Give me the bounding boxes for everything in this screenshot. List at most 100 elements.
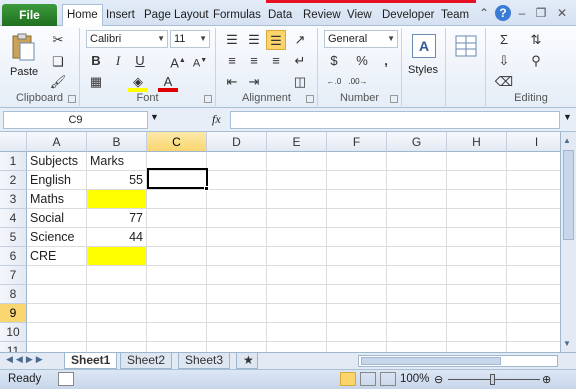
align-middle-icon[interactable]: ☰ bbox=[244, 30, 264, 50]
increase-indent-icon[interactable]: ⇥ bbox=[244, 72, 264, 92]
cell-g9[interactable] bbox=[387, 304, 447, 323]
increase-decimal-icon[interactable]: ←.0 bbox=[324, 72, 344, 92]
cell-h5[interactable] bbox=[447, 228, 507, 247]
cell-e8[interactable] bbox=[267, 285, 327, 304]
cell-e7[interactable] bbox=[267, 266, 327, 285]
formula-input[interactable] bbox=[230, 111, 560, 129]
tab-formulas[interactable]: Formulas bbox=[211, 6, 263, 26]
sheet-tab-sheet1[interactable]: Sheet1 bbox=[64, 353, 118, 369]
cell-c5[interactable] bbox=[147, 228, 207, 247]
align-bottom-icon[interactable]: ☰ bbox=[266, 30, 286, 50]
column-header-b[interactable]: B bbox=[87, 132, 147, 152]
cell-b4[interactable]: 77 bbox=[87, 209, 147, 228]
column-header-i[interactable]: I bbox=[507, 132, 567, 152]
align-top-icon[interactable]: ☰ bbox=[222, 30, 242, 50]
cell-f6[interactable] bbox=[327, 247, 387, 266]
cell-g6[interactable] bbox=[387, 247, 447, 266]
name-box[interactable]: C9 bbox=[3, 111, 148, 129]
minimize-ribbon-icon[interactable]: ⌃ bbox=[476, 5, 492, 21]
horizontal-scrollbar[interactable] bbox=[358, 355, 558, 367]
align-center-icon[interactable]: ≡ bbox=[244, 51, 264, 71]
cell-e1[interactable] bbox=[267, 152, 327, 171]
cell-e2[interactable] bbox=[267, 171, 327, 190]
window-restore-icon[interactable]: ❐ bbox=[533, 5, 549, 21]
zoom-slider-thumb[interactable] bbox=[490, 374, 495, 385]
decrease-decimal-icon[interactable]: .00→ bbox=[348, 72, 368, 92]
cell-g1[interactable] bbox=[387, 152, 447, 171]
tab-developer[interactable]: Developer bbox=[380, 6, 436, 26]
cell-e10[interactable] bbox=[267, 323, 327, 342]
cell-f9[interactable] bbox=[327, 304, 387, 323]
insert-sheet-icon[interactable]: ★ bbox=[236, 353, 258, 369]
font-launcher-icon[interactable] bbox=[204, 95, 212, 103]
increase-font-size-icon[interactable]: A▲ bbox=[168, 51, 188, 71]
cell-i4[interactable] bbox=[507, 209, 567, 228]
wrap-text-icon[interactable]: ↵ bbox=[290, 51, 310, 71]
copy-icon[interactable]: ❏ bbox=[48, 52, 68, 72]
font-color-icon[interactable]: A bbox=[158, 72, 178, 92]
cell-g5[interactable] bbox=[387, 228, 447, 247]
macro-record-icon[interactable] bbox=[58, 372, 74, 386]
paste-icon[interactable] bbox=[10, 32, 36, 62]
scroll-down-icon[interactable]: ▼ bbox=[563, 339, 571, 348]
cell-b6[interactable] bbox=[87, 247, 147, 266]
cell-f5[interactable] bbox=[327, 228, 387, 247]
cell-a9[interactable] bbox=[27, 304, 87, 323]
cell-a5[interactable]: Science bbox=[27, 228, 87, 247]
cell-b1[interactable]: Marks bbox=[87, 152, 147, 171]
cell-h2[interactable] bbox=[447, 171, 507, 190]
autosum-icon[interactable]: Σ bbox=[494, 30, 514, 50]
cell-a4[interactable]: Social bbox=[27, 209, 87, 228]
tab-team[interactable]: Team bbox=[439, 6, 471, 26]
row-header-3[interactable]: 3 bbox=[0, 190, 27, 209]
row-header-5[interactable]: 5 bbox=[0, 228, 27, 247]
cell-d2[interactable] bbox=[207, 171, 267, 190]
cell-h6[interactable] bbox=[447, 247, 507, 266]
sheet-nav-arrows-icon[interactable]: ◀◀▶▶ bbox=[6, 354, 46, 365]
cell-c7[interactable] bbox=[147, 266, 207, 285]
column-header-f[interactable]: F bbox=[327, 132, 387, 152]
tab-data[interactable]: Data bbox=[266, 6, 294, 26]
cell-d10[interactable] bbox=[207, 323, 267, 342]
cell-b10[interactable] bbox=[87, 323, 147, 342]
cell-b3[interactable] bbox=[87, 190, 147, 209]
row-header-2[interactable]: 2 bbox=[0, 171, 27, 190]
row-header-9[interactable]: 9 bbox=[0, 304, 27, 323]
zoom-out-icon[interactable]: ⊖ bbox=[434, 373, 443, 386]
cell-f8[interactable] bbox=[327, 285, 387, 304]
cell-a1[interactable]: Subjects bbox=[27, 152, 87, 171]
expand-formula-bar-icon[interactable]: ▼ bbox=[563, 112, 572, 122]
cell-b5[interactable]: 44 bbox=[87, 228, 147, 247]
row-header-6[interactable]: 6 bbox=[0, 247, 27, 266]
column-header-g[interactable]: G bbox=[387, 132, 447, 152]
cell-e4[interactable] bbox=[267, 209, 327, 228]
worksheet-grid[interactable]: A B C D E F G H I 1 Subjects Marks 2 English 55 3 Maths 4… bbox=[0, 132, 576, 361]
cell-g4[interactable] bbox=[387, 209, 447, 228]
cut-icon[interactable]: ✂ bbox=[48, 30, 68, 50]
row-header-1[interactable]: 1 bbox=[0, 152, 27, 171]
cell-d1[interactable] bbox=[207, 152, 267, 171]
cell-c6[interactable] bbox=[147, 247, 207, 266]
window-minimize-icon[interactable]: – bbox=[514, 5, 530, 21]
cell-i5[interactable] bbox=[507, 228, 567, 247]
cell-d5[interactable] bbox=[207, 228, 267, 247]
font-size-select[interactable]: 11 ▼ bbox=[170, 30, 210, 48]
percent-button[interactable]: % bbox=[352, 51, 372, 71]
currency-button[interactable]: $ bbox=[324, 51, 344, 71]
format-painter-icon[interactable]: 🖌 bbox=[48, 72, 68, 92]
cell-i3[interactable] bbox=[507, 190, 567, 209]
cell-c9[interactable] bbox=[147, 304, 207, 323]
file-tab[interactable]: File bbox=[2, 4, 57, 26]
cell-d6[interactable] bbox=[207, 247, 267, 266]
cell-b7[interactable] bbox=[87, 266, 147, 285]
cell-f1[interactable] bbox=[327, 152, 387, 171]
select-all-corner[interactable] bbox=[0, 132, 27, 152]
tab-insert[interactable]: Insert bbox=[104, 6, 137, 26]
orientation-icon[interactable]: ↗ bbox=[290, 30, 310, 50]
zoom-in-icon[interactable]: ⊕ bbox=[542, 373, 551, 386]
cell-b2[interactable]: 55 bbox=[87, 171, 147, 190]
italic-button[interactable]: I bbox=[108, 51, 128, 71]
row-header-8[interactable]: 8 bbox=[0, 285, 27, 304]
cell-e9[interactable] bbox=[267, 304, 327, 323]
scroll-up-icon[interactable]: ▲ bbox=[563, 136, 571, 145]
